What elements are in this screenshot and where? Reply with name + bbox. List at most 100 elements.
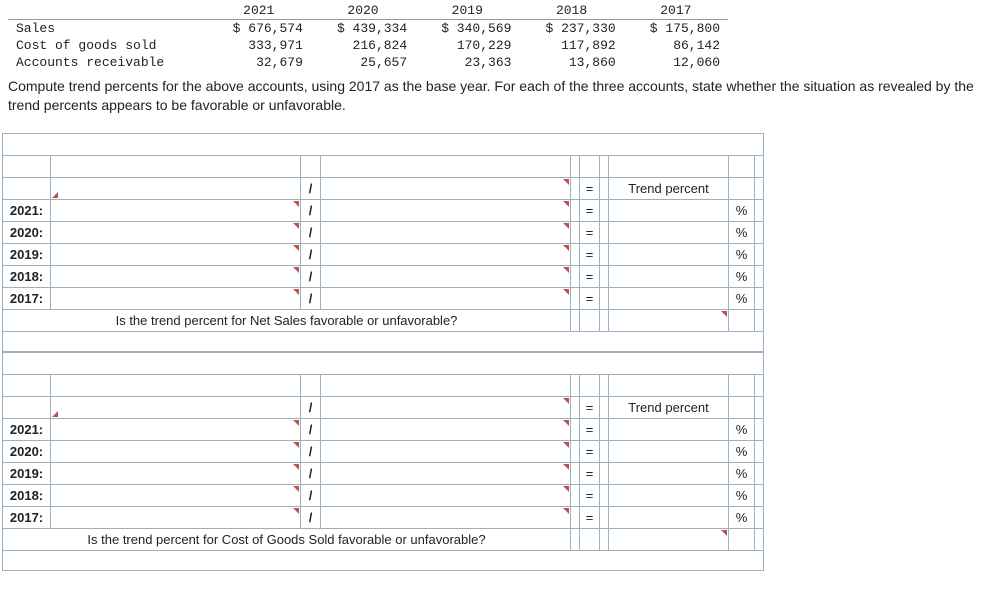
trend-percent-value[interactable] xyxy=(609,440,729,462)
numerator-input[interactable] xyxy=(51,440,301,462)
favorable-answer-input[interactable] xyxy=(609,528,729,550)
divide-symbol: / xyxy=(301,374,321,396)
trend-percent-value[interactable] xyxy=(609,199,729,221)
denominator-input[interactable] xyxy=(321,418,571,440)
denominator-input[interactable] xyxy=(321,440,571,462)
dropdown-icon xyxy=(563,289,569,295)
dropdown-icon xyxy=(721,311,727,317)
worksheet-section: Trend Percent for Cost of Goods Sold:Num… xyxy=(2,352,764,571)
percent-symbol: % xyxy=(729,265,755,287)
numerator-header: Numerator: xyxy=(51,374,301,396)
numerator-input[interactable] xyxy=(51,484,301,506)
numerator-label-cell[interactable] xyxy=(51,396,301,418)
percent-symbol: % xyxy=(729,418,755,440)
dropdown-icon xyxy=(52,411,58,417)
dropdown-icon xyxy=(293,464,299,470)
percent-symbol: % xyxy=(729,243,755,265)
year-label: 2021: xyxy=(3,418,51,440)
section-title: Trend Percent for Net Sales: xyxy=(3,133,764,155)
year-label: 2019: xyxy=(3,243,51,265)
dropdown-icon xyxy=(293,201,299,207)
dropdown-icon xyxy=(293,289,299,295)
year-label: 2018: xyxy=(3,484,51,506)
dropdown-icon xyxy=(563,464,569,470)
denominator-input[interactable] xyxy=(321,462,571,484)
denominator-input[interactable] xyxy=(321,221,571,243)
percent-symbol: % xyxy=(729,440,755,462)
favorable-answer-input[interactable] xyxy=(609,309,729,331)
year-label: 2017: xyxy=(3,287,51,309)
numerator-input[interactable] xyxy=(51,462,301,484)
trend-percent-value[interactable] xyxy=(609,506,729,528)
row-cogs: Cost of goods sold xyxy=(8,37,207,54)
numerator-input[interactable] xyxy=(51,199,301,221)
denominator-header: Denominator: xyxy=(321,374,571,396)
numerator-label-cell[interactable] xyxy=(51,177,301,199)
row-ar: Accounts receivable xyxy=(8,54,207,71)
trend-percent-value[interactable] xyxy=(609,221,729,243)
dropdown-icon xyxy=(293,508,299,514)
numerator-input[interactable] xyxy=(51,243,301,265)
dropdown-icon xyxy=(293,267,299,273)
trend-percent-label: Trend percent xyxy=(609,177,729,199)
dropdown-icon xyxy=(293,420,299,426)
year-label: 2020: xyxy=(3,440,51,462)
denominator-input[interactable] xyxy=(321,484,571,506)
col-2021: 2021 xyxy=(207,2,311,20)
denominator-input[interactable] xyxy=(321,243,571,265)
year-label: 2018: xyxy=(3,265,51,287)
trend-percent-value[interactable] xyxy=(609,265,729,287)
dropdown-icon xyxy=(563,442,569,448)
denominator-input[interactable] xyxy=(321,287,571,309)
favorable-question: Is the trend percent for Cost of Goods S… xyxy=(3,528,571,550)
favorable-question: Is the trend percent for Net Sales favor… xyxy=(3,309,571,331)
denominator-input[interactable] xyxy=(321,199,571,221)
dropdown-icon xyxy=(52,192,58,198)
trend-percent-value[interactable] xyxy=(609,484,729,506)
numerator-input[interactable] xyxy=(51,287,301,309)
percent-symbol: % xyxy=(729,462,755,484)
denominator-input[interactable] xyxy=(321,265,571,287)
dropdown-icon xyxy=(563,486,569,492)
year-label: 2021: xyxy=(3,199,51,221)
dropdown-icon xyxy=(563,179,569,185)
year-label: 2019: xyxy=(3,462,51,484)
numerator-header: Numerator: xyxy=(51,155,301,177)
numerator-input[interactable] xyxy=(51,221,301,243)
dropdown-icon xyxy=(563,201,569,207)
dropdown-icon xyxy=(293,442,299,448)
denominator-header: Denominator: xyxy=(321,155,571,177)
dropdown-icon xyxy=(293,245,299,251)
dropdown-icon xyxy=(563,398,569,404)
trend-percent-value[interactable] xyxy=(609,418,729,440)
percent-symbol: % xyxy=(729,484,755,506)
dropdown-icon xyxy=(293,486,299,492)
percent-symbol: % xyxy=(729,199,755,221)
section-title: Trend Percent for Cost of Goods Sold: xyxy=(3,352,764,374)
col-2020: 2020 xyxy=(311,2,415,20)
col-2017: 2017 xyxy=(624,2,728,20)
divide-symbol: / xyxy=(301,155,321,177)
trend-percent-value[interactable] xyxy=(609,462,729,484)
given-data-table: 2021 2020 2019 2018 2017 Sales $ 676,574… xyxy=(8,2,728,71)
percent-symbol: % xyxy=(729,506,755,528)
worksheet-section: Trend Percent for Net Sales:Numerator:/D… xyxy=(2,133,764,352)
percent-symbol: % xyxy=(729,221,755,243)
dropdown-icon xyxy=(721,530,727,536)
trend-percent-value[interactable] xyxy=(609,243,729,265)
trend-percent-value[interactable] xyxy=(609,287,729,309)
denominator-input[interactable] xyxy=(321,506,571,528)
dropdown-icon xyxy=(293,223,299,229)
denominator-label-cell[interactable] xyxy=(321,177,571,199)
numerator-input[interactable] xyxy=(51,265,301,287)
trend-percent-label: Trend percent xyxy=(609,396,729,418)
dropdown-icon xyxy=(563,267,569,273)
dropdown-icon xyxy=(563,245,569,251)
year-label: 2017: xyxy=(3,506,51,528)
dropdown-icon xyxy=(563,508,569,514)
denominator-label-cell[interactable] xyxy=(321,396,571,418)
col-2018: 2018 xyxy=(519,2,623,20)
dropdown-icon xyxy=(563,223,569,229)
numerator-input[interactable] xyxy=(51,418,301,440)
numerator-input[interactable] xyxy=(51,506,301,528)
